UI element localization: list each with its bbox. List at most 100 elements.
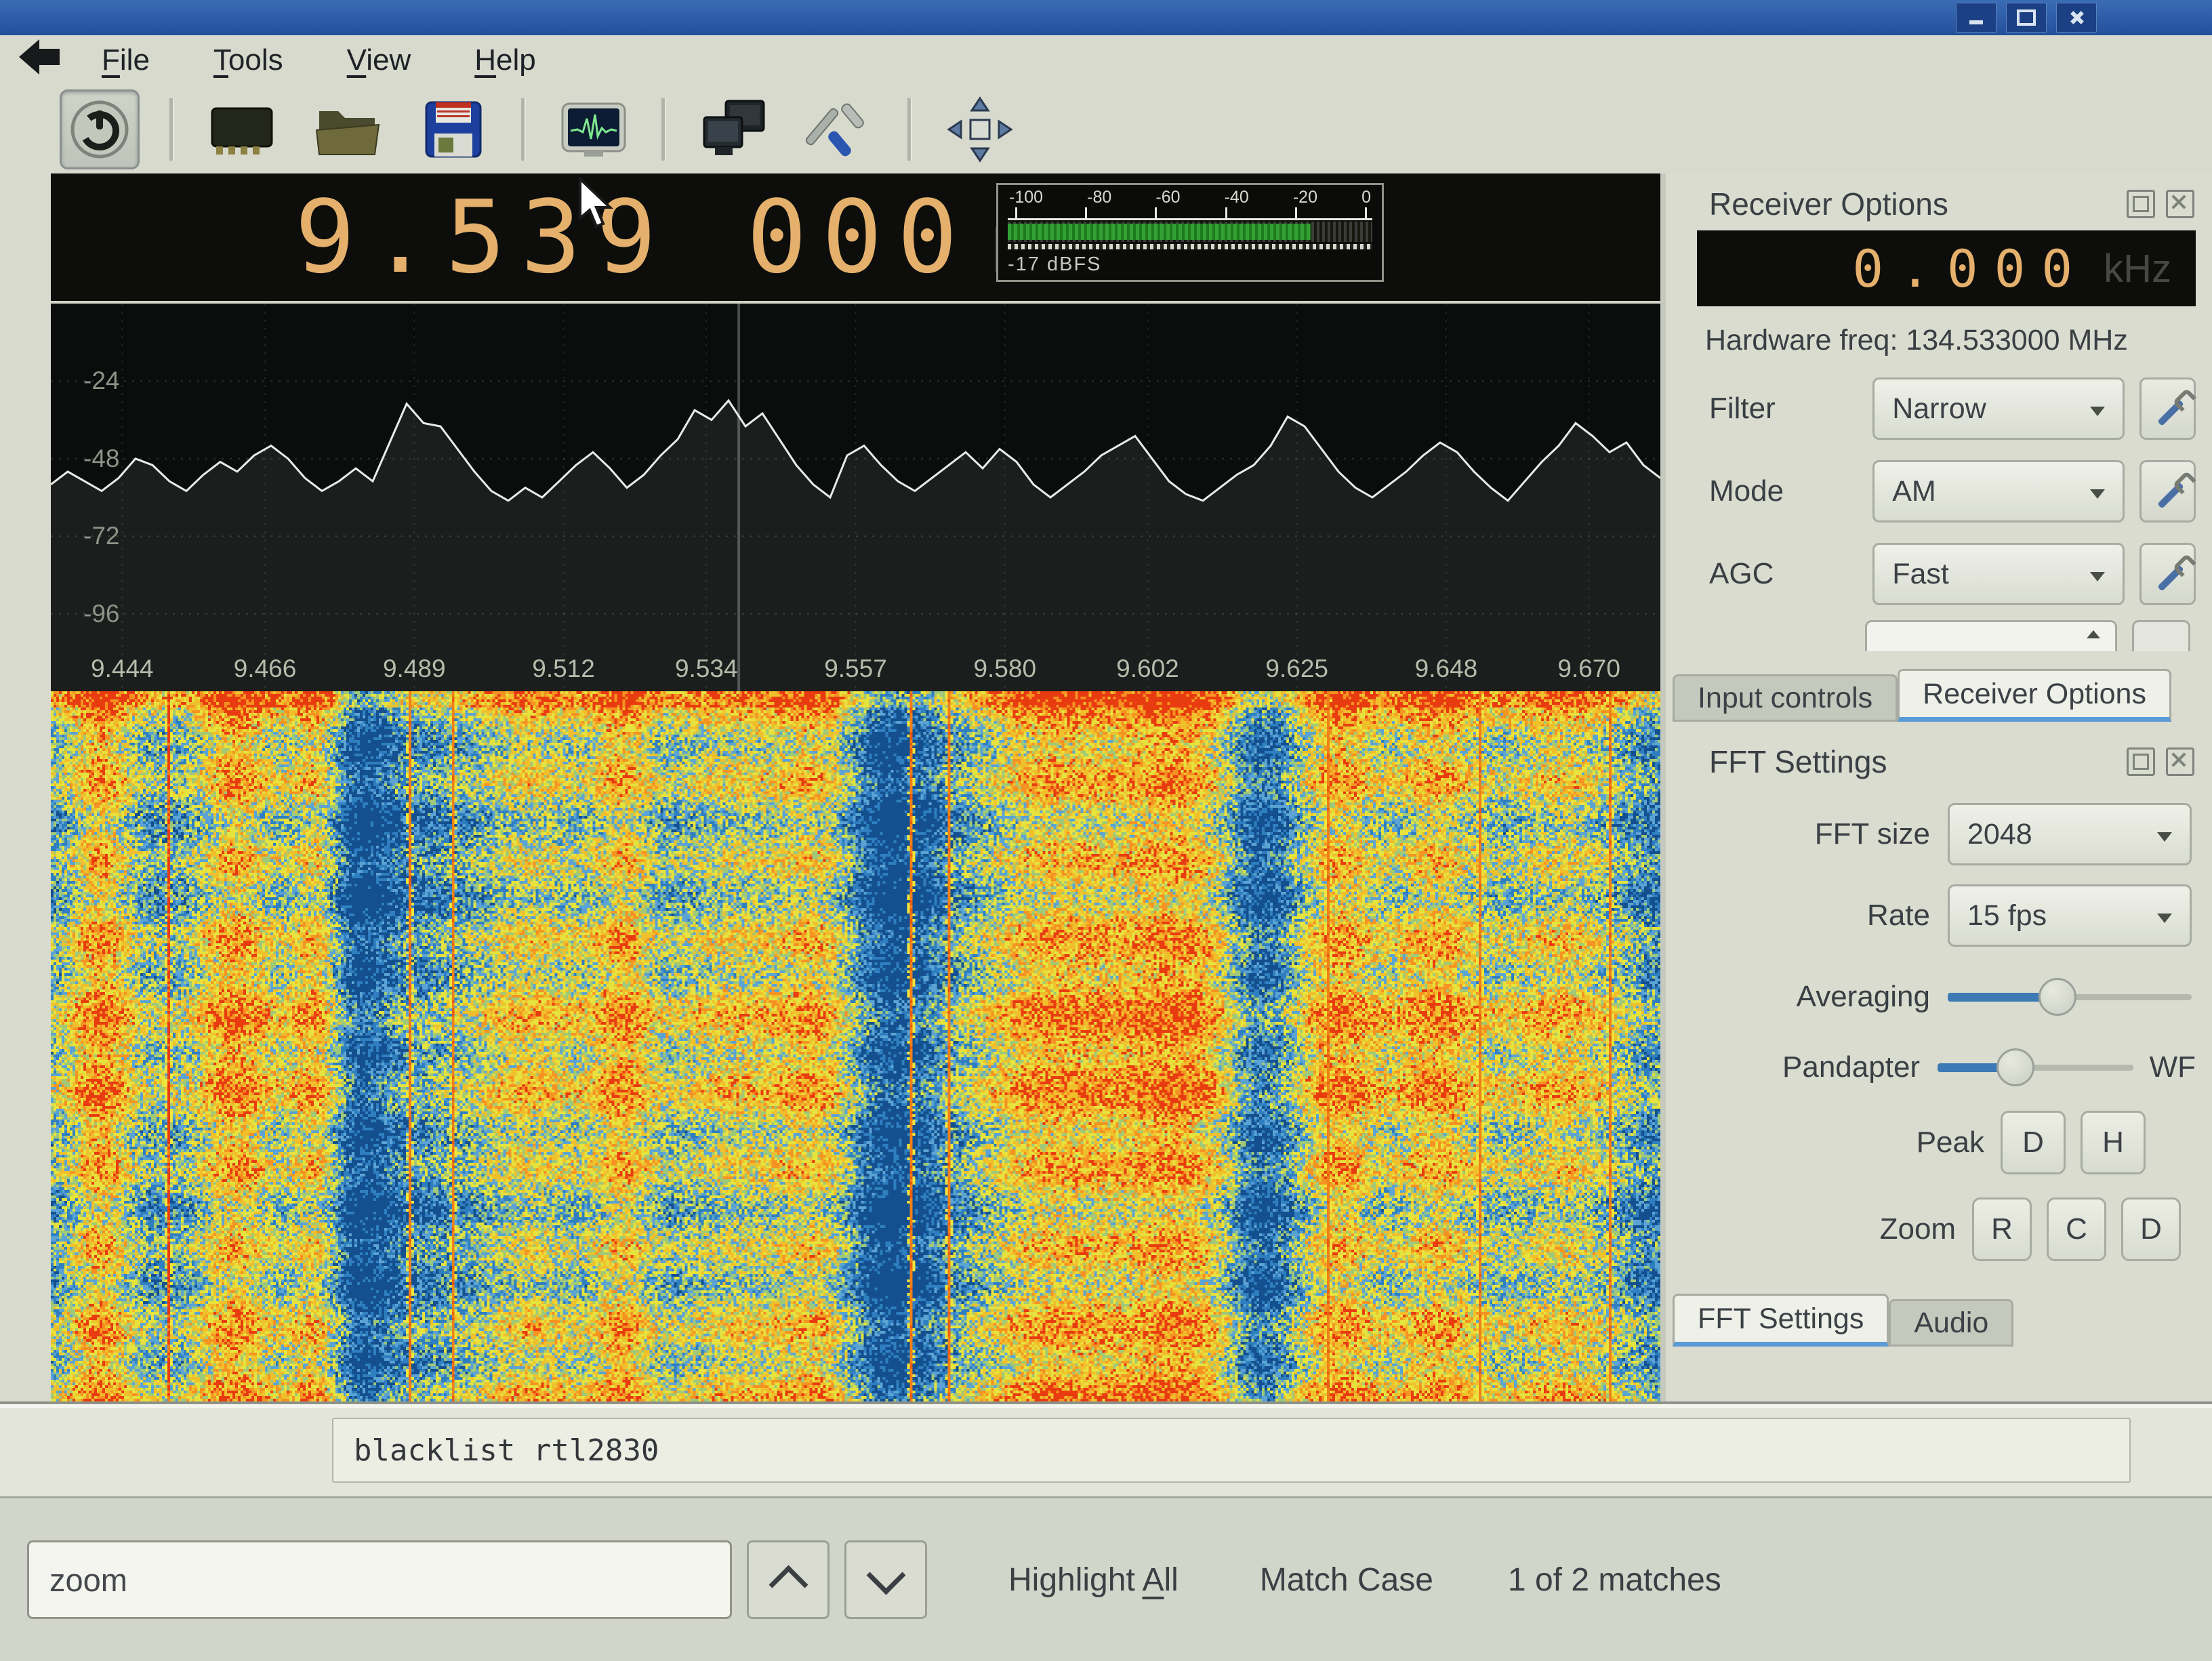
peak-hold-button[interactable]: H <box>2081 1111 2146 1174</box>
meter-tick <box>1365 207 1367 218</box>
spectrum-x-tick-label: 9.489 <box>383 655 446 683</box>
tab-receiver-options[interactable]: Receiver Options <box>1898 669 2171 722</box>
spectrum-x-tick-label: 9.648 <box>1415 655 1478 683</box>
spin-up-icon <box>2087 630 2100 638</box>
squelch-row-clipped <box>1865 620 2196 651</box>
pandapter-slider[interactable] <box>1938 1047 2133 1088</box>
fft-size-combo[interactable]: 2048 <box>1948 803 2192 865</box>
agc-config-button[interactable] <box>2139 543 2196 605</box>
chevron-down-icon <box>2090 407 2105 416</box>
pan-mode-button[interactable] <box>942 91 1018 167</box>
gqrx-window: File Tools View Help <box>0 0 2212 1659</box>
zoom-center-button[interactable]: C <box>2047 1197 2106 1261</box>
spectrum-trace <box>51 304 1660 691</box>
slider-handle[interactable] <box>2039 978 2076 1016</box>
fft-size-label: FFT size <box>1666 817 1948 851</box>
meter-level-bar <box>1008 224 1311 240</box>
highlight-all-option[interactable]: Highlight All <box>1008 1561 1179 1599</box>
squelch-auto-button[interactable] <box>2132 620 2190 651</box>
match-count: 1 of 2 matches <box>1508 1561 1721 1599</box>
tools-icon <box>804 97 875 162</box>
meter-tick <box>1015 207 1017 218</box>
fft-settings-panel: FFT Settings FFT size 2048 Rate 15 fps <box>1666 731 2212 1347</box>
mode-config-button[interactable] <box>2139 460 2196 522</box>
spectrum-plot[interactable]: -24-48-72-969.4449.4669.4899.5129.5349.5… <box>51 304 1660 691</box>
menu-file[interactable]: File <box>102 43 150 77</box>
meter-tick-label: -40 <box>1225 188 1249 207</box>
main-area: 9.539 000 MHz -100-80-60-40-200 -17 dBFS… <box>0 173 2212 1401</box>
close-button[interactable] <box>2056 3 2097 33</box>
averaging-slider[interactable] <box>1948 977 2192 1017</box>
meter-tick-label: -100 <box>1009 188 1043 207</box>
menu-help[interactable]: Help <box>474 43 536 77</box>
find-bar: zoom Highlight All Match Case 1 of 2 mat… <box>0 1496 2212 1661</box>
panel-divider[interactable] <box>1660 173 1666 1401</box>
editor-current-line[interactable]: blacklist rtl2830 <box>332 1418 2131 1483</box>
load-settings-button[interactable] <box>310 91 386 167</box>
spectrum-column: 9.539 000 MHz -100-80-60-40-200 -17 dBFS… <box>0 173 1660 1401</box>
io-devices-button[interactable] <box>204 91 280 167</box>
panel-close-icon[interactable] <box>2166 747 2194 776</box>
save-settings-button[interactable] <box>415 91 491 167</box>
menu-view[interactable]: View <box>347 43 411 77</box>
meter-ruler <box>1008 207 1372 220</box>
text-editor-area[interactable]: blacklist rtl2830 <box>0 1401 2212 1499</box>
find-previous-button[interactable] <box>747 1540 830 1619</box>
panel-close-icon[interactable] <box>2166 190 2194 218</box>
start-dsp-button[interactable] <box>60 89 140 169</box>
chevron-down-icon <box>2090 572 2105 581</box>
meter-tick <box>1085 207 1087 218</box>
configure-button[interactable] <box>802 91 878 167</box>
right-dock-tabbar: FFT Settings Audio <box>1666 1294 2212 1347</box>
meter-underrule <box>1008 244 1372 249</box>
maximize-icon <box>2017 9 2036 26</box>
tab-audio[interactable]: Audio <box>1889 1299 2013 1347</box>
mode-combo[interactable]: AM <box>1872 460 2125 522</box>
slider-handle[interactable] <box>1996 1048 2034 1086</box>
toolbar <box>0 85 2212 173</box>
match-case-option[interactable]: Match Case <box>1260 1561 1433 1599</box>
minimize-button[interactable] <box>1956 3 1996 33</box>
mode-label: Mode <box>1666 474 1872 508</box>
find-next-button[interactable] <box>844 1540 927 1619</box>
rate-combo[interactable]: 15 fps <box>1948 884 2192 947</box>
dsp-display-icon <box>558 98 629 161</box>
toolbar-separator <box>661 98 666 161</box>
minimize-icon <box>1969 20 1983 24</box>
panel-float-icon[interactable] <box>2127 190 2155 218</box>
dsp-options-button[interactable] <box>556 91 632 167</box>
filter-offset-display[interactable]: 0.000 kHz <box>1697 230 2196 306</box>
menu-tools[interactable]: Tools <box>213 43 283 77</box>
close-icon <box>2070 11 2083 24</box>
tab-input-controls[interactable]: Input controls <box>1673 674 1898 722</box>
chevron-down-icon <box>2090 489 2105 499</box>
squelch-spinbox[interactable] <box>1865 620 2117 651</box>
maximize-button[interactable] <box>2006 3 2047 33</box>
filter-combo[interactable]: Narrow <box>1872 377 2125 440</box>
remote-control-button[interactable] <box>696 91 772 167</box>
zoom-reset-button[interactable]: R <box>1972 1197 2032 1261</box>
spectrum-x-tick-label: 9.670 <box>1557 655 1620 683</box>
filter-config-button[interactable] <box>2139 377 2196 440</box>
spectrum-x-tick-label: 9.466 <box>234 655 297 683</box>
back-arrow-icon <box>9 37 62 81</box>
receiver-panel-title: Receiver Options <box>1709 186 1948 222</box>
spectrum-y-tick-label: -96 <box>83 600 119 628</box>
waterfall-display[interactable] <box>51 691 1660 1404</box>
peak-detect-button[interactable]: D <box>2001 1111 2066 1174</box>
spectrum-x-tick-label: 9.444 <box>91 655 154 683</box>
frequency-digits[interactable]: 9.539 000 <box>295 179 972 295</box>
save-floppy-icon <box>421 98 486 161</box>
find-input[interactable]: zoom <box>27 1540 732 1619</box>
sdr-device-icon <box>207 99 277 160</box>
titlebar <box>0 0 2212 35</box>
meter-tick <box>1155 207 1157 218</box>
panel-float-icon[interactable] <box>2127 747 2155 776</box>
zoom-demod-button[interactable]: D <box>2121 1197 2181 1261</box>
agc-combo[interactable]: Fast <box>1872 543 2125 605</box>
meter-track <box>1008 222 1372 242</box>
spectrum-x-tick-label: 9.625 <box>1265 655 1328 683</box>
chevron-up-icon <box>769 1565 808 1604</box>
spectrum-y-tick-label: -72 <box>83 522 119 550</box>
tab-fft-settings[interactable]: FFT Settings <box>1673 1294 1889 1347</box>
